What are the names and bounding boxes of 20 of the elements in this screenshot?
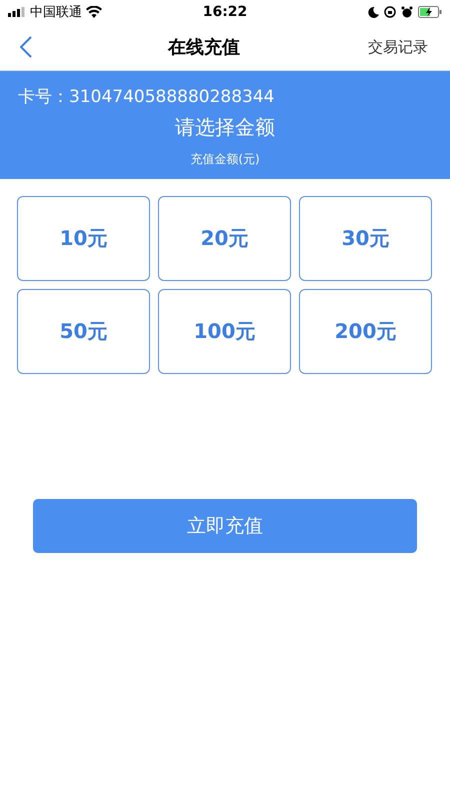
amount-caption: 充值金额(元) <box>190 151 260 168</box>
amount-option[interactable]: 100元 <box>158 289 291 374</box>
battery-icon <box>418 6 442 18</box>
lock-rotation-icon <box>384 6 396 18</box>
signal-icon <box>8 7 26 17</box>
moon-icon <box>368 6 380 18</box>
prompt-text: 请选择金额 <box>175 114 275 141</box>
transaction-history-link[interactable]: 交易记录 <box>368 38 428 56</box>
status-time: 16:22 <box>202 4 248 20</box>
card-number: 卡号：3104740588880288344 <box>18 86 276 108</box>
amount-option[interactable]: 50元 <box>17 289 150 374</box>
recharge-button[interactable]: 立即充值 <box>33 499 417 553</box>
amount-option[interactable]: 20元 <box>158 196 291 281</box>
amount-option[interactable]: 10元 <box>17 196 150 281</box>
wifi-icon <box>86 6 102 18</box>
page-title: 在线充值 <box>168 36 240 59</box>
alarm-icon <box>401 6 414 18</box>
carrier-name: 中国联通 <box>30 4 82 21</box>
amount-option[interactable]: 200元 <box>299 289 432 374</box>
amount-option[interactable]: 30元 <box>299 196 432 281</box>
